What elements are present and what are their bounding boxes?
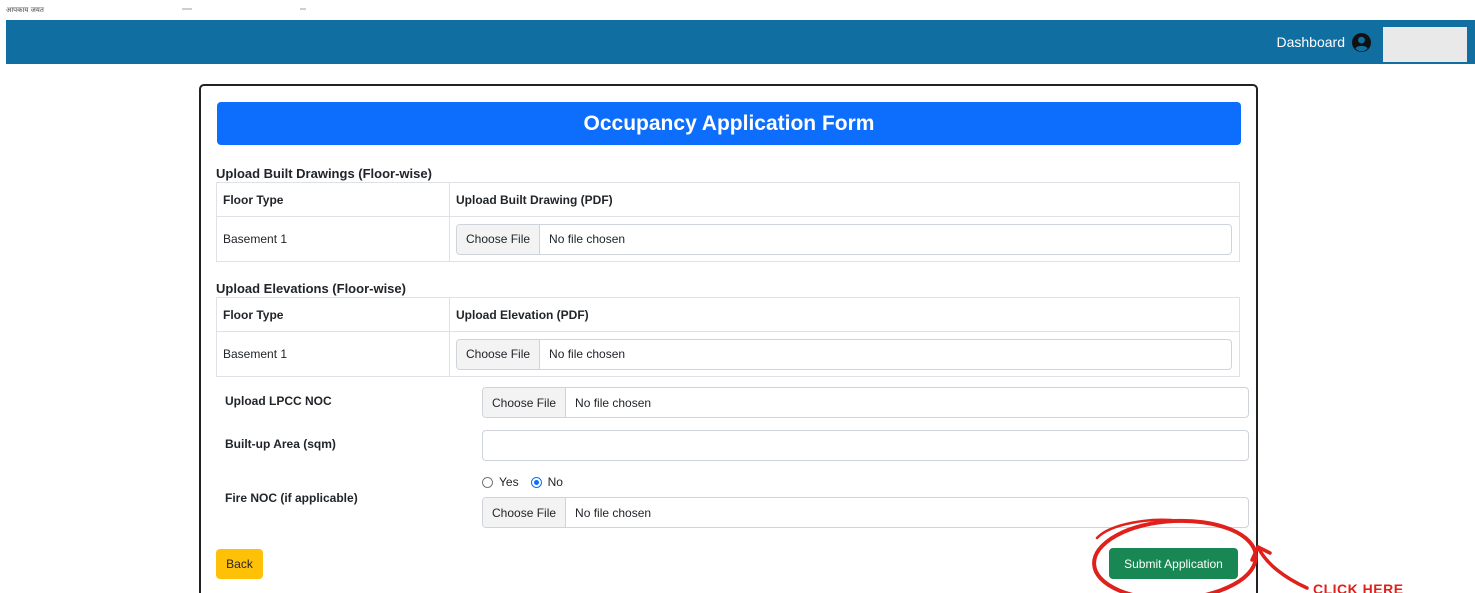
built-drawings-title: Upload Built Drawings (Floor-wise) (216, 166, 432, 181)
floor-type-cell: Basement 1 (217, 217, 450, 261)
lpcc-noc-control: Choose File No file chosen (482, 387, 1249, 418)
floor-type-cell: Basement 1 (217, 332, 450, 376)
built-drawing-file-input[interactable]: Choose File No file chosen (456, 223, 1232, 255)
faint-mark (182, 8, 192, 10)
submit-application-button[interactable]: Submit Application (1109, 548, 1238, 579)
choose-file-button[interactable]: Choose File (457, 339, 541, 369)
top-strip: आपकाय जयत (0, 0, 1475, 20)
fire-noc-label: Fire NOC (if applicable) (225, 491, 358, 505)
table-row: Basement 1 Choose File No file chosen (217, 217, 1239, 261)
col-floor-type: Floor Type (217, 298, 450, 331)
file-status: No file chosen (575, 505, 652, 520)
built-up-area-input[interactable] (482, 430, 1249, 461)
built-up-area-label: Built-up Area (sqm) (225, 437, 336, 451)
elevations-title: Upload Elevations (Floor-wise) (216, 281, 406, 296)
built-drawings-table: Floor Type Upload Built Drawing (PDF) Ba… (216, 182, 1240, 262)
built-up-area-control (482, 430, 1249, 461)
elevations-table: Floor Type Upload Elevation (PDF) Baseme… (216, 297, 1240, 377)
navbar: Dashboard (6, 20, 1475, 64)
col-upload-elevation: Upload Elevation (PDF) (456, 307, 589, 322)
file-status: No file chosen (549, 232, 626, 246)
fire-noc-yes-radio[interactable] (482, 476, 493, 488)
choose-file-button[interactable]: Choose File (483, 388, 567, 417)
faint-mark (300, 8, 306, 10)
choose-file-button[interactable]: Choose File (483, 498, 567, 527)
fire-noc-file-input[interactable]: Choose File No file chosen (482, 497, 1249, 528)
annotation-arrow-line (1256, 545, 1309, 590)
col-upload-built-drawing: Upload Built Drawing (PDF) (456, 192, 613, 207)
upload-cell: Choose File No file chosen (450, 332, 1239, 376)
back-button[interactable]: Back (216, 549, 263, 579)
lpcc-noc-label: Upload LPCC NOC (225, 394, 332, 408)
elevation-file-input[interactable]: Choose File No file chosen (456, 338, 1232, 370)
fire-noc-radio-group: Yes No (482, 475, 575, 489)
upload-cell: Choose File No file chosen (450, 217, 1239, 261)
fire-noc-no-radio[interactable] (530, 476, 542, 488)
nav-dashboard-link[interactable]: Dashboard (1277, 34, 1346, 50)
form-title: Occupancy Application Form (217, 102, 1241, 145)
site-tagline: आपकाय जयत (6, 6, 44, 14)
user-name-box[interactable] (1383, 27, 1467, 62)
table-header-row: Floor Type Upload Built Drawing (PDF) (217, 183, 1239, 217)
table-row: Basement 1 Choose File No file chosen (217, 332, 1239, 376)
radio-label: No (547, 475, 563, 489)
table-header-row: Floor Type Upload Elevation (PDF) (217, 298, 1239, 332)
radio-label: Yes (499, 475, 519, 489)
application-form-card: Occupancy Application Form Upload Built … (199, 84, 1258, 593)
click-here-annotation: CLICK HERE (1313, 582, 1404, 593)
fire-noc-control: Choose File No file chosen (482, 497, 1249, 528)
lpcc-noc-file-input[interactable]: Choose File No file chosen (482, 387, 1249, 418)
col-floor-type: Floor Type (217, 183, 450, 216)
choose-file-button[interactable]: Choose File (457, 224, 541, 254)
file-status: No file chosen (549, 347, 626, 361)
user-circle-icon[interactable] (1352, 33, 1371, 52)
file-status: No file chosen (575, 395, 652, 410)
